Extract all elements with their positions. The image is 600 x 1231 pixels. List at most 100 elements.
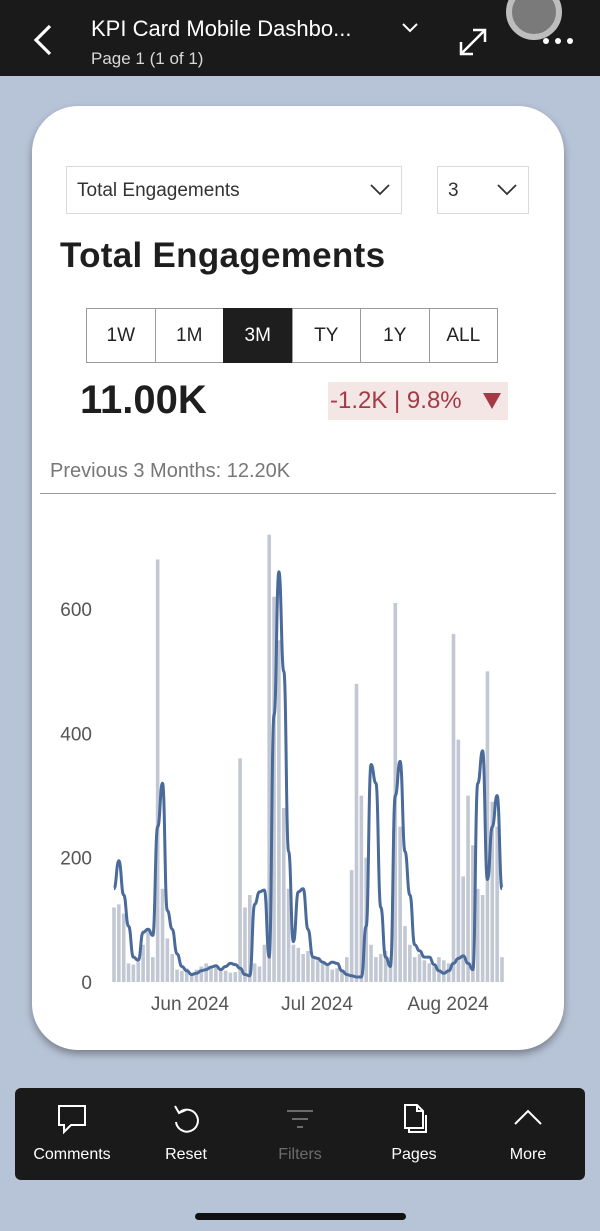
filter-icon bbox=[282, 1102, 318, 1136]
bar bbox=[306, 950, 310, 982]
bar bbox=[180, 970, 184, 982]
tab-pages-button[interactable]: Pages bbox=[357, 1088, 471, 1180]
y-tick-label: 200 bbox=[60, 849, 92, 870]
bar bbox=[500, 957, 504, 982]
bar bbox=[204, 963, 208, 982]
bar bbox=[209, 968, 213, 982]
bar bbox=[408, 944, 412, 982]
count-dropdown[interactable]: 3 bbox=[437, 166, 529, 214]
period-button-1y[interactable]: 1Y bbox=[360, 308, 430, 363]
bar bbox=[238, 758, 242, 982]
y-tick-label: 0 bbox=[81, 973, 92, 994]
tab-label: Pages bbox=[391, 1146, 437, 1163]
tab-filters-button: Filters bbox=[243, 1088, 357, 1180]
bar bbox=[335, 968, 339, 982]
chevron-down-icon bbox=[370, 184, 390, 196]
bar bbox=[214, 966, 218, 982]
previous-period-text: Previous 3 Months: 12.20K bbox=[50, 460, 291, 482]
bar bbox=[330, 969, 335, 982]
bar bbox=[301, 954, 305, 982]
bar bbox=[475, 888, 480, 982]
tab-label: Reset bbox=[165, 1146, 207, 1163]
bar bbox=[199, 966, 204, 982]
bar bbox=[374, 957, 378, 982]
bar bbox=[262, 944, 267, 982]
bar bbox=[417, 954, 422, 982]
bar bbox=[345, 957, 349, 982]
period-button-1w[interactable]: 1W bbox=[86, 308, 156, 363]
x-tick-label: Jun 2024 bbox=[151, 994, 230, 1015]
bottom-tab-bar: Comments Reset Filters Pages More bbox=[15, 1088, 585, 1180]
tab-label: Filters bbox=[278, 1146, 322, 1163]
bar bbox=[412, 957, 417, 982]
x-tick-label: Jul 2024 bbox=[281, 994, 353, 1015]
bar bbox=[320, 963, 325, 982]
pages-icon bbox=[396, 1102, 432, 1136]
bar bbox=[131, 964, 136, 982]
y-tick-label: 400 bbox=[60, 724, 92, 745]
metric-title: Total Engagements bbox=[60, 236, 386, 275]
bar bbox=[398, 826, 402, 982]
bar bbox=[422, 960, 427, 982]
chevron-up-icon bbox=[510, 1102, 546, 1136]
kpi-card: Total Engagements 3 Total Engagements 1W… bbox=[32, 106, 564, 1050]
tab-reset-button[interactable]: Reset bbox=[129, 1088, 243, 1180]
kpi-change-text: -1.2K | 9.8% bbox=[330, 387, 462, 414]
bar bbox=[257, 966, 262, 982]
bar bbox=[461, 876, 465, 982]
reset-icon bbox=[168, 1102, 204, 1136]
tab-label: Comments bbox=[33, 1146, 111, 1163]
bar bbox=[155, 559, 160, 982]
bar bbox=[160, 888, 165, 982]
page-indicator: Page 1 (1 of 1) bbox=[91, 49, 204, 68]
bar bbox=[277, 640, 281, 982]
bar bbox=[223, 970, 228, 982]
bar bbox=[233, 972, 238, 982]
bar bbox=[175, 969, 179, 982]
x-tick-label: Aug 2024 bbox=[407, 994, 489, 1015]
divider bbox=[40, 493, 556, 494]
bar bbox=[427, 963, 432, 982]
more-options-icon[interactable] bbox=[540, 28, 576, 54]
period-button-1m[interactable]: 1M bbox=[154, 308, 224, 363]
top-bar: KPI Card Mobile Dashbo... Page 1 (1 of 1… bbox=[0, 0, 600, 76]
home-indicator bbox=[195, 1213, 406, 1220]
engagement-chart[interactable]: 600 400 200 0 Jun 2024 Jul 2024 Aug 2024 bbox=[32, 506, 564, 1026]
period-selector: 1W 1M 3M TY 1Y ALL bbox=[86, 308, 503, 363]
bar bbox=[451, 634, 456, 982]
engagement-line bbox=[112, 570, 504, 979]
metric-dropdown-value: Total Engagements bbox=[77, 180, 240, 201]
back-icon[interactable] bbox=[28, 22, 58, 58]
bar bbox=[349, 870, 354, 982]
tab-more-button[interactable]: More bbox=[471, 1088, 585, 1180]
y-tick-label: 600 bbox=[60, 600, 92, 621]
metric-dropdown[interactable]: Total Engagements bbox=[66, 166, 402, 214]
chevron-down-icon bbox=[497, 184, 517, 196]
count-dropdown-value: 3 bbox=[448, 180, 459, 201]
bar bbox=[165, 938, 170, 982]
bar bbox=[117, 904, 121, 982]
bar bbox=[291, 944, 296, 982]
bar bbox=[315, 960, 320, 982]
period-button-ty[interactable]: TY bbox=[291, 308, 361, 363]
bar bbox=[151, 957, 155, 982]
report-title[interactable]: KPI Card Mobile Dashbo... bbox=[91, 16, 351, 42]
bar bbox=[354, 683, 359, 982]
bar bbox=[311, 957, 315, 982]
chevron-down-icon[interactable] bbox=[400, 20, 420, 36]
bar bbox=[296, 947, 301, 982]
period-button-3m[interactable]: 3M bbox=[223, 308, 293, 363]
comment-icon bbox=[54, 1102, 90, 1136]
bar bbox=[170, 954, 174, 982]
bar bbox=[112, 907, 116, 982]
tab-label: More bbox=[509, 1146, 547, 1163]
bar bbox=[456, 739, 461, 982]
bar bbox=[369, 944, 373, 982]
bar bbox=[466, 795, 470, 982]
bar bbox=[121, 913, 126, 982]
bar bbox=[281, 808, 286, 982]
tab-comments-button[interactable]: Comments bbox=[15, 1088, 129, 1180]
kpi-value: 11.00K bbox=[80, 378, 207, 422]
period-button-all[interactable]: ALL bbox=[428, 308, 498, 363]
expand-icon[interactable] bbox=[455, 24, 491, 60]
